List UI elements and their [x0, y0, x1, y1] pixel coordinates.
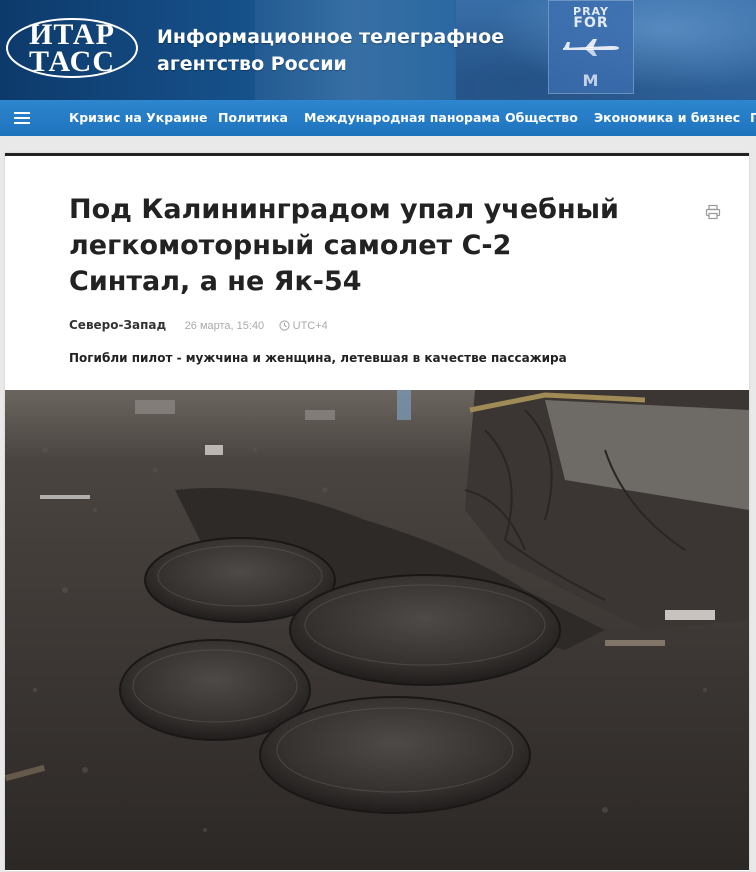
nav-item-politics[interactable]: Политика [218, 100, 288, 136]
airplane-icon [563, 39, 619, 56]
nav-item-ukraine-crisis[interactable]: Кризис на Украине [69, 100, 208, 136]
itar-tass-logo[interactable]: ИТАР ТАСС [4, 16, 140, 80]
printer-icon[interactable] [705, 204, 721, 220]
nav-item-society[interactable]: Общество [505, 100, 578, 136]
article-lead: Погибли пилот - мужчина и женщина, летев… [69, 351, 567, 365]
article-meta: Северо-Запад 26 марта, 15:40 UTC+4 [69, 316, 328, 332]
nav-item-economy[interactable]: Экономика и бизнес [594, 100, 740, 136]
article-region-link[interactable]: Северо-Запад [69, 318, 166, 332]
article-title: Под Калининградом упал учебный легкомото… [69, 194, 619, 297]
tagline-line-2: агентство России [157, 53, 347, 75]
tagline-line-1: Информационное телеграфное [157, 26, 505, 48]
header-banner-photo: PRAY FOR M [548, 0, 634, 94]
article-photo [5, 390, 749, 870]
clock-icon [279, 320, 290, 331]
site-header: PRAY FOR M ИТАР ТАСС Информационное теле… [0, 0, 756, 100]
nav-item-truncated[interactable]: Г [750, 100, 756, 136]
nav-item-international[interactable]: Международная панорама [304, 100, 500, 136]
hamburger-icon[interactable] [14, 112, 30, 124]
logo-text-tass: ТАСС [28, 45, 116, 78]
article-timezone-text: UTC+4 [292, 320, 328, 332]
site-tagline: Информационное телеграфное агентство Рос… [157, 24, 504, 78]
article-timezone: UTC+4 [279, 320, 328, 332]
banner-text-2: FOR [573, 15, 609, 31]
article-card: Под Калининградом упал учебный легкомото… [5, 153, 749, 871]
main-navigation: Кризис на Украине Политика Международная… [0, 100, 756, 136]
banner-text-3: M [582, 71, 600, 90]
article-date: 26 марта, 15:40 [184, 320, 265, 332]
